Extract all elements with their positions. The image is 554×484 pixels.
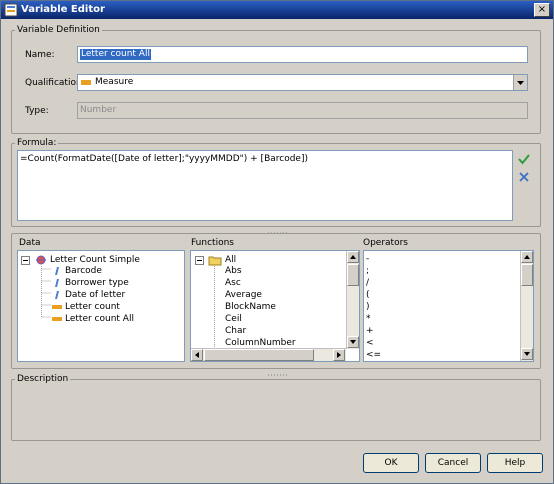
chevron-down-icon — [517, 81, 524, 85]
operator-item[interactable]: / — [366, 277, 369, 289]
cross-icon[interactable] — [518, 171, 530, 183]
operators-list[interactable]: - ; / ( ) * + < <= — [363, 250, 534, 362]
arrow-down-icon — [524, 352, 530, 356]
function-item-ceil[interactable]: Ceil — [225, 313, 242, 325]
scroll-down-button[interactable] — [347, 336, 359, 348]
arrow-up-icon — [524, 255, 530, 259]
function-item-abs[interactable]: Abs — [225, 265, 242, 277]
operators-vertical-scrollbar[interactable] — [520, 251, 533, 361]
operator-item[interactable]: ) — [366, 301, 370, 313]
title-bar[interactable]: Variable Editor × — [1, 1, 553, 19]
arrow-down-icon — [350, 340, 356, 344]
scroll-down-button[interactable] — [521, 348, 533, 360]
cancel-button[interactable]: Cancel — [425, 453, 481, 473]
function-item-asc[interactable]: Asc — [225, 277, 241, 289]
measure-icon — [52, 317, 62, 321]
description-group[interactable] — [11, 379, 541, 441]
qualification-label: Qualification: — [25, 78, 85, 88]
help-button[interactable]: Help — [487, 453, 543, 473]
arrow-right-icon — [337, 352, 341, 358]
name-input[interactable]: Letter count All — [77, 46, 528, 63]
checkmark-icon[interactable] — [518, 153, 530, 165]
arrow-up-icon — [350, 255, 356, 259]
type-field: Number — [77, 102, 528, 119]
operators-panel-label: Operators — [363, 238, 408, 248]
description-label: Description — [15, 374, 71, 384]
data-tree[interactable]: Letter Count Simple Barcode Borrower typ… — [17, 250, 185, 362]
arrow-left-icon — [195, 352, 199, 358]
scroll-up-button[interactable] — [347, 251, 359, 263]
functions-panel-label: Functions — [191, 238, 234, 248]
type-value: Number — [80, 105, 117, 115]
ok-button[interactable]: OK — [363, 453, 419, 473]
scroll-left-button[interactable] — [191, 349, 203, 361]
functions-tree[interactable]: All Abs Asc Average BlockName Ceil Char … — [190, 250, 360, 362]
operator-item[interactable]: ; — [366, 265, 369, 277]
dimension-icon — [55, 267, 59, 275]
variable-definition-label: Variable Definition — [15, 25, 102, 35]
scroll-up-button[interactable] — [521, 251, 533, 263]
scroll-thumb[interactable] — [521, 264, 533, 286]
operator-item[interactable]: <= — [366, 349, 381, 361]
formula-editor[interactable]: =Count(FormatDate([Date of letter];"yyyy… — [17, 150, 513, 221]
scroll-right-button[interactable] — [333, 349, 345, 361]
data-panel-label: Data — [19, 238, 41, 248]
measure-icon — [81, 80, 91, 85]
app-icon — [4, 3, 18, 17]
variable-editor-window: Variable Editor × Variable Definition Na… — [0, 0, 554, 484]
formula-text: =Count(FormatDate([Date of letter];"yyyy… — [20, 154, 308, 164]
qualification-select[interactable]: Measure — [77, 74, 528, 91]
function-item-char[interactable]: Char — [225, 325, 246, 337]
functions-horizontal-scrollbar[interactable] — [191, 348, 346, 361]
description-splitter-handle[interactable] — [266, 370, 290, 376]
operator-item[interactable]: ( — [366, 289, 370, 301]
function-item-average[interactable]: Average — [225, 289, 262, 301]
qualification-value: Measure — [95, 77, 134, 87]
scroll-thumb[interactable] — [204, 349, 314, 361]
scroll-thumb[interactable] — [347, 264, 359, 286]
type-label: Type: — [25, 106, 49, 116]
functions-vertical-scrollbar[interactable] — [346, 251, 359, 349]
name-label: Name: — [25, 50, 55, 60]
dropdown-button[interactable] — [513, 75, 527, 90]
operator-item[interactable]: + — [366, 325, 374, 337]
formula-label: Formula: — [15, 138, 59, 148]
operator-item[interactable]: < — [366, 337, 374, 349]
function-item-blockname[interactable]: BlockName — [225, 301, 276, 313]
close-button[interactable]: × — [534, 3, 550, 17]
formula-splitter-handle[interactable] — [266, 228, 290, 234]
operator-item[interactable]: - — [366, 253, 369, 265]
dimension-icon — [55, 279, 59, 287]
window-title: Variable Editor — [21, 4, 105, 15]
measure-icon — [52, 305, 62, 309]
name-input-value: Letter count All — [80, 49, 151, 60]
operator-item[interactable]: * — [366, 313, 371, 325]
dimension-icon — [55, 291, 59, 299]
